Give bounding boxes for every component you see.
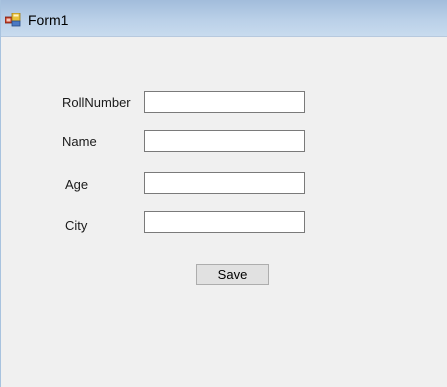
save-button[interactable]: Save <box>196 264 269 285</box>
app-icon <box>5 13 21 27</box>
name-input[interactable] <box>144 130 305 152</box>
window-title: Form1 <box>28 12 69 28</box>
form-window: Form1 RollNumber Name Age City Save <box>0 0 447 387</box>
rollnumber-label: RollNumber <box>62 95 131 110</box>
title-bar[interactable]: Form1 <box>1 0 447 37</box>
city-input[interactable] <box>144 211 305 233</box>
name-label: Name <box>62 134 97 149</box>
age-input[interactable] <box>144 172 305 194</box>
city-label: City <box>65 218 88 233</box>
age-label: Age <box>65 177 89 192</box>
rollnumber-input[interactable] <box>144 91 305 113</box>
